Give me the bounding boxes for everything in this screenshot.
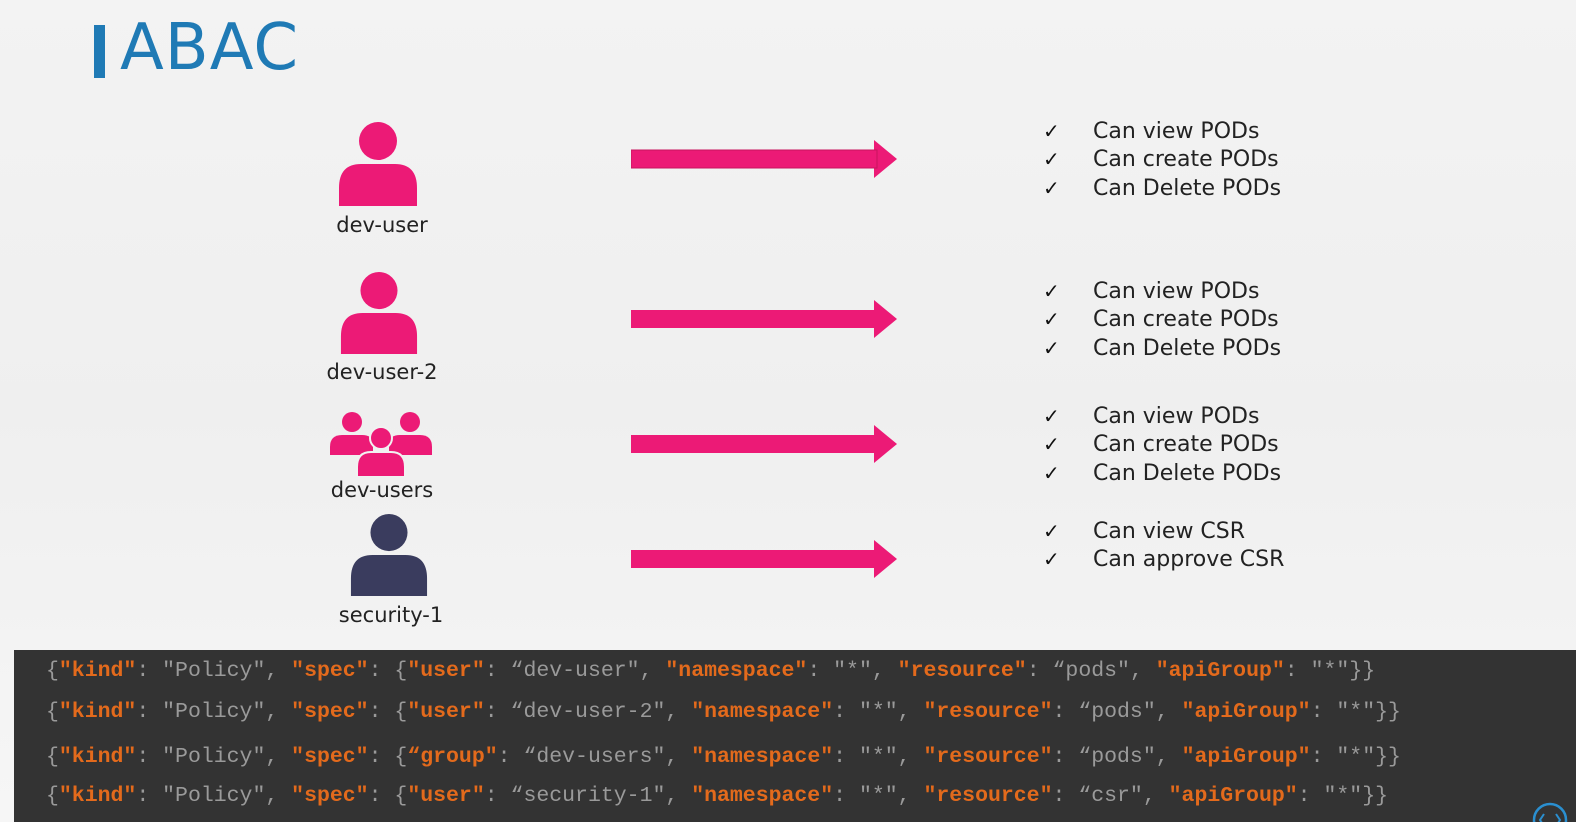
user-icon (340, 272, 418, 354)
arrow-right-icon (631, 140, 897, 178)
permission-item: ✓ Can Delete PODs (1043, 460, 1282, 486)
permission-item: ✓ Can create PODs (1043, 432, 1279, 458)
permission-item: ✓ Can view CSR (1043, 519, 1246, 544)
subject-label: security-1 (338, 603, 444, 627)
user-icon (339, 122, 417, 206)
subject-label: dev-user-2 (326, 360, 438, 384)
policy-line: {"kind": "Policy", "spec": {"user": “sec… (46, 784, 1389, 808)
policy-line: {"kind": "Policy", "spec": {“group": “de… (46, 745, 1401, 769)
check-icon: ✓ (1043, 404, 1060, 428)
subject-label: dev-user (336, 213, 428, 237)
check-icon: ✓ (1043, 119, 1060, 143)
arrow-right-icon (631, 540, 897, 578)
permission-list: ✓ Can view CSR ✓ Can approve CSR (1043, 517, 1284, 574)
group-icon (330, 412, 432, 477)
permission-list: ✓ Can view PODs ✓ Can create PODs ✓ Can Del… (1043, 402, 1281, 487)
permission-item: ✓ Can Delete PODs (1043, 335, 1282, 361)
check-icon: ✓ (1043, 175, 1060, 200)
permission-item: ✓ Can view PODs (1043, 119, 1260, 144)
user-icon (350, 514, 428, 596)
check-icon: ✓ (1043, 519, 1060, 543)
permission-item: ✓ Can create PODs (1043, 147, 1279, 173)
subject-label: dev-users (330, 478, 434, 502)
check-icon: ✓ (1043, 307, 1060, 332)
policy-code-panel: {"kind": "Policy", "spec": {"user": “dev… (14, 650, 1576, 822)
arrow-right-icon (631, 425, 897, 463)
check-icon: ✓ (1043, 547, 1060, 572)
check-icon: ✓ (1043, 147, 1060, 172)
check-icon: ✓ (1043, 279, 1060, 303)
check-icon: ✓ (1043, 335, 1060, 360)
title-accent-bar (94, 25, 105, 78)
permission-item: ✓ Can view PODs (1043, 404, 1260, 429)
logo-icon (1532, 802, 1568, 822)
arrow-right-icon (631, 300, 897, 338)
permission-item: ✓ Can create PODs (1043, 307, 1279, 333)
permission-item: ✓ Can approve CSR (1043, 547, 1285, 573)
policy-line: {"kind": "Policy", "spec": {"user": “dev… (46, 659, 1376, 683)
permission-list: ✓ Can view PODs ✓ Can create PODs ✓ Can Del… (1043, 117, 1281, 202)
permission-list: ✓ Can view PODs ✓ Can create PODs ✓ Can Del… (1043, 277, 1281, 362)
slide-title: ABAC (120, 11, 300, 85)
policy-line: {"kind": "Policy", "spec": {"user": “dev… (46, 700, 1401, 724)
permission-item: ✓ Can Delete PODs (1043, 175, 1282, 201)
check-icon: ✓ (1043, 460, 1060, 485)
permission-item: ✓ Can view PODs (1043, 279, 1260, 304)
check-icon: ✓ (1043, 432, 1060, 457)
